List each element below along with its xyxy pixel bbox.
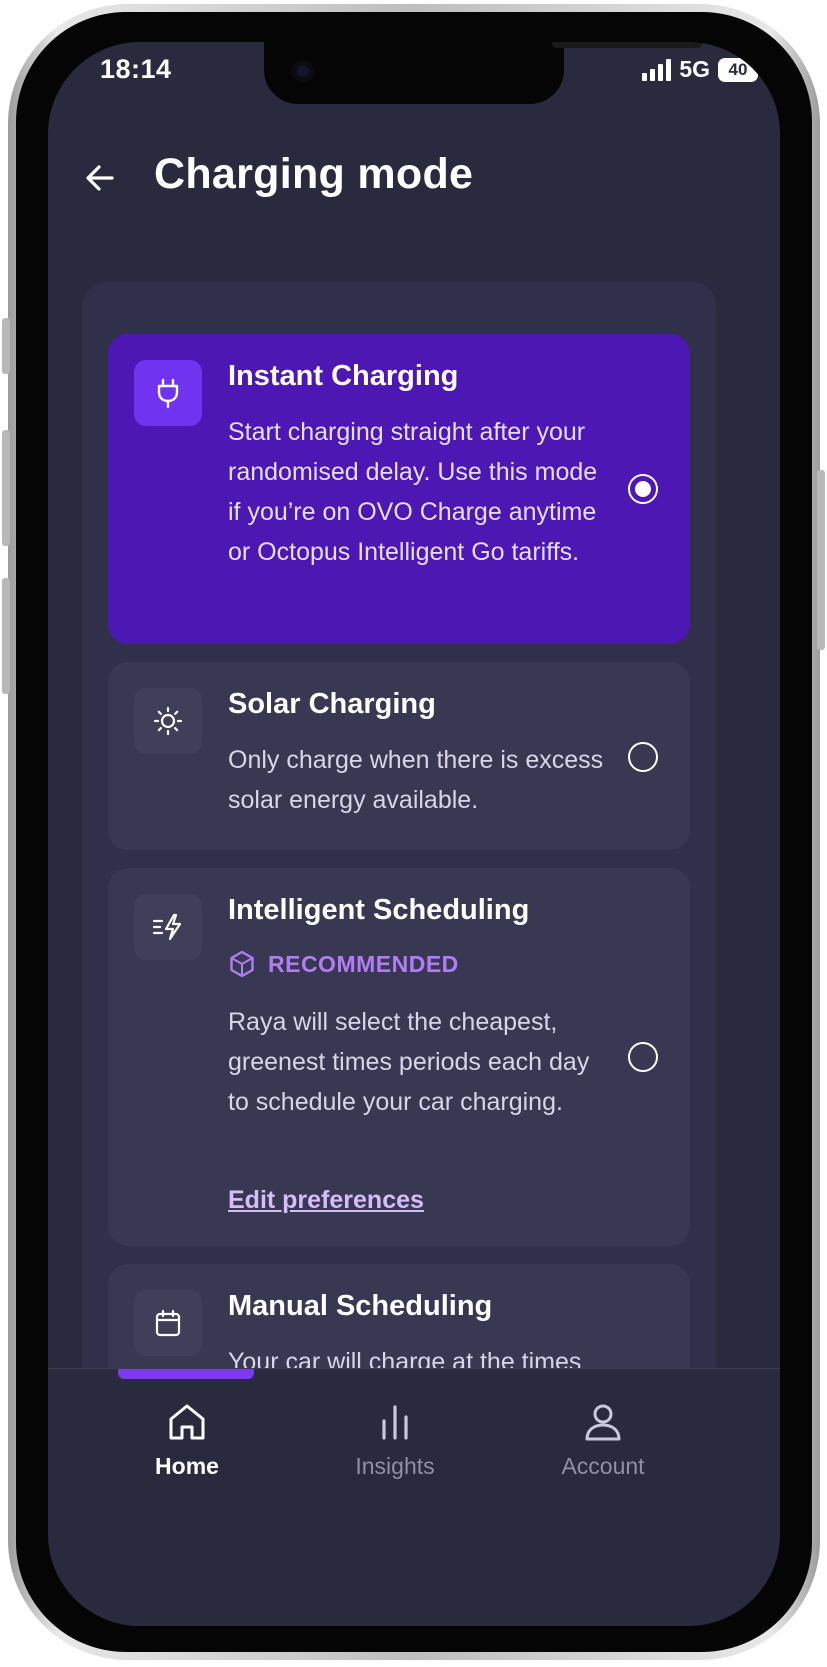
bottom-tab-bar: Home Insights Account: [48, 1368, 780, 1626]
mode-title: Solar Charging: [228, 688, 436, 720]
plug-icon-tile: [134, 360, 202, 426]
mode-card-instant-charging[interactable]: Instant Charging Start charging straight…: [108, 334, 690, 644]
calendar-icon: [155, 1309, 181, 1337]
tab-home[interactable]: Home: [102, 1401, 272, 1480]
mode-description: Only charge when there is excess solar e…: [228, 746, 604, 814]
signal-icon: [642, 58, 672, 81]
earpiece-speaker: [552, 42, 702, 48]
mode-card-intelligent-scheduling[interactable]: Intelligent Scheduling RECOMMENDED Raya …: [108, 868, 690, 1246]
volume-up-button: [2, 430, 10, 546]
mode-radio-instant-charging[interactable]: [628, 474, 658, 504]
user-icon: [585, 1404, 621, 1441]
status-indicators: 5G 40: [642, 56, 763, 83]
hexagon-badge-icon: [230, 950, 254, 978]
mode-title: Intelligent Scheduling: [228, 894, 530, 926]
status-time: 18:14: [100, 54, 172, 84]
silent-switch: [2, 318, 10, 374]
home-icon: [169, 1404, 205, 1440]
smart-lightning-icon: [152, 913, 182, 941]
battery-icon: 40: [718, 57, 763, 82]
tab-label: Account: [561, 1453, 645, 1479]
mode-title: Manual Scheduling: [228, 1290, 493, 1322]
battery-level: 40: [728, 59, 748, 79]
power-button: [817, 470, 825, 650]
mode-radio-intelligent-scheduling[interactable]: [628, 1042, 658, 1072]
edit-preferences-link[interactable]: Edit preferences: [228, 1186, 424, 1215]
tab-label: Insights: [355, 1453, 435, 1479]
charging-mode-list: Instant Charging Start charging straight…: [82, 282, 716, 1524]
app-screen: 18:14 5G 40 Charging mode Instant Chargi…: [48, 42, 780, 1626]
smart-lightning-icon-tile: [134, 894, 202, 960]
mode-description: Raya will select the cheapest, greenest …: [228, 1008, 590, 1116]
page-header: Charging mode: [48, 142, 780, 222]
sun-icon: [153, 706, 183, 736]
sun-icon-tile: [134, 688, 202, 754]
mode-title: Instant Charging: [228, 360, 459, 392]
calendar-icon-tile: [134, 1290, 202, 1356]
front-camera-icon: [292, 60, 314, 82]
page-title: Charging mode: [154, 150, 474, 198]
tab-label: Home: [155, 1453, 219, 1479]
bar-chart-icon: [382, 1405, 408, 1440]
arrow-left-icon[interactable]: [82, 160, 118, 196]
active-tab-indicator: [118, 1369, 254, 1379]
network-label: 5G: [679, 56, 710, 82]
mode-description: Start charging straight after your rando…: [228, 418, 598, 566]
mode-radio-solar-charging[interactable]: [628, 742, 658, 772]
mode-card-solar-charging[interactable]: Solar Charging Only charge when there is…: [108, 662, 690, 850]
tab-account[interactable]: Account: [518, 1401, 688, 1480]
volume-down-button: [2, 578, 10, 694]
tab-insights[interactable]: Insights: [310, 1401, 480, 1480]
badge-label: RECOMMENDED: [268, 950, 459, 977]
recommended-badge: RECOMMENDED: [228, 950, 459, 978]
plug-icon: [157, 378, 179, 409]
